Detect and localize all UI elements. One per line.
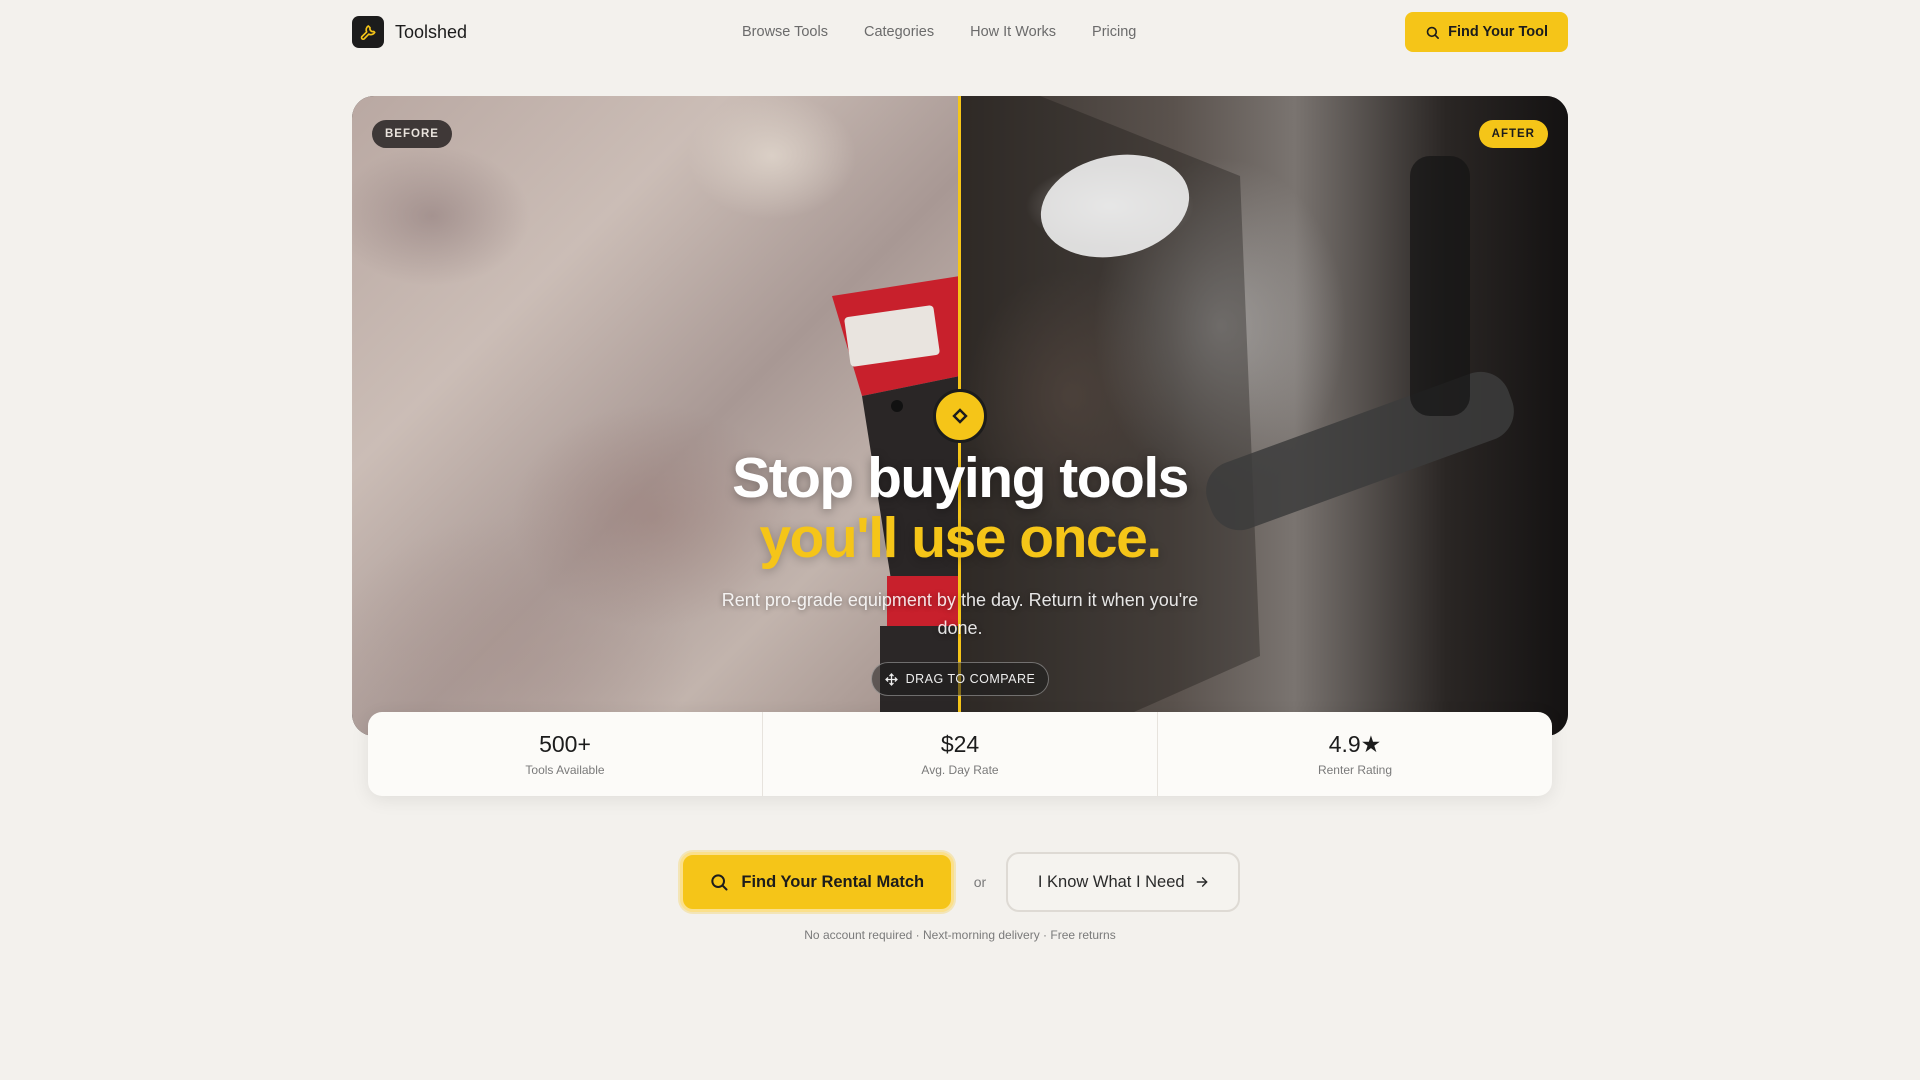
hero-copy: Stop buying tools you'll use once. Rent … [352,448,1568,642]
move-icon [884,672,898,686]
search-icon [1426,26,1440,39]
stat-label: Avg. Day Rate [921,763,999,777]
nav-link-how-it-works[interactable]: How It Works [970,24,1056,40]
or-separator: or [973,874,987,890]
headline-line-1: Stop buying tools [732,446,1189,510]
nav-link-categories[interactable]: Categories [864,24,934,40]
arrow-right-icon [1196,877,1207,887]
stat-tools-available: 500+ Tools Available [368,712,763,796]
brand[interactable]: Toolshed [352,16,467,48]
brand-name: Toolshed [395,21,468,42]
nav-link-pricing[interactable]: Pricing [1092,24,1136,40]
compare-handle[interactable] [933,389,987,443]
logo [352,16,384,48]
stat-value: 500+ [539,731,591,757]
nav-link-browse-tools[interactable]: Browse Tools [742,24,828,40]
stat-value: 4.9★ [1328,731,1382,757]
stats-bar: 500+ Tools Available $24 Avg. Day Rate 4… [368,712,1552,796]
diamond-handle-icon [952,408,968,424]
find-rental-match-label: Find Your Rental Match [741,872,925,891]
find-your-tool-label: Find Your Tool [1448,24,1548,40]
headline-line-2: you'll use once. [759,506,1162,570]
top-nav: Toolshed Browse Tools Categories How It … [352,12,1568,52]
stat-avg-day-rate: $24 Avg. Day Rate [763,712,1158,796]
find-rental-match-button[interactable]: Find Your Rental Match [679,852,954,912]
nav-links: Browse Tools Categories How It Works Pri… [742,24,1136,40]
drag-hint-label: DRAG TO COMPARE [905,672,1036,686]
stat-label: Renter Rating [1317,763,1393,777]
search-icon [711,874,728,891]
before-after-hero[interactable]: BEFORE AFTER Stop buying tools you'll us… [352,96,1568,736]
stat-renter-rating: 4.9★ Renter Rating [1158,712,1552,796]
before-tag: BEFORE [372,120,452,148]
drag-to-compare-pill: DRAG TO COMPARE [871,662,1049,696]
stat-value: $24 [940,731,980,757]
i-know-what-i-need-button[interactable]: I Know What I Need [1006,852,1241,912]
i-know-what-i-need-label: I Know What I Need [1037,872,1185,891]
stat-label: Tools Available [525,763,605,777]
hero-subtitle: Rent pro-grade equipment by the day. Ret… [721,590,1199,638]
after-tag: AFTER [1478,120,1548,148]
find-your-tool-button[interactable]: Find Your Tool [1405,12,1568,52]
cta-row: Find Your Rental Match or I Know What I … [0,852,1920,912]
wrench-icon [360,25,376,41]
cta-fineprint: No account required · Next-morning deliv… [804,928,1116,942]
